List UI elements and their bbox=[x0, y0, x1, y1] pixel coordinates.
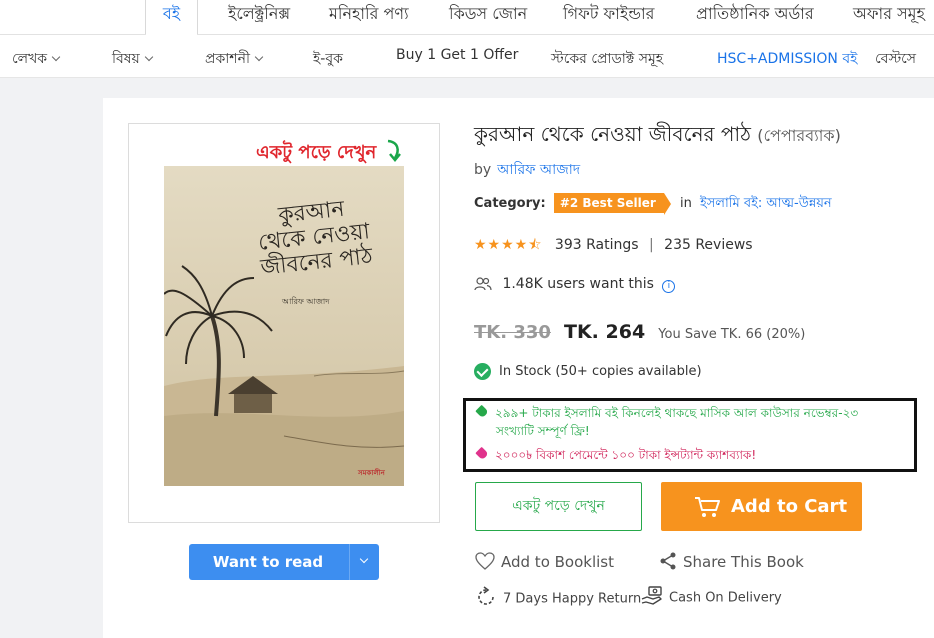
info-icon[interactable]: i bbox=[662, 280, 676, 293]
menu-writer[interactable]: লেখক bbox=[12, 47, 61, 71]
cash-on-delivery-info[interactable]: Cash On Delivery bbox=[641, 586, 782, 608]
booklist-label: Add to Booklist bbox=[501, 553, 614, 571]
stock-status: In Stock (50+ copies available) bbox=[474, 363, 702, 380]
share-book[interactable]: Share This Book bbox=[659, 552, 804, 572]
category-link[interactable]: ইসলামি বই: আত্ম-উন্নয়ন bbox=[700, 196, 832, 211]
menu-subject[interactable]: বিষয় bbox=[112, 47, 154, 71]
want-to-read-dropdown[interactable] bbox=[349, 544, 379, 580]
look-inside-label[interactable]: একটু পড়ে দেখুন bbox=[256, 138, 376, 169]
chevron-down-icon bbox=[144, 52, 154, 62]
heart-icon bbox=[475, 551, 495, 570]
sub-menu: লেখক বিষয় প্রকাশনী ই-বুক Buy 1 Get 1 Of… bbox=[0, 35, 934, 78]
menu-bestseller[interactable]: বেস্টসে bbox=[875, 47, 916, 71]
ratings-count[interactable]: 393 Ratings bbox=[555, 237, 639, 253]
menu-buy1get1[interactable]: Buy 1 Get 1 Offer bbox=[396, 47, 518, 63]
rating-separator: | bbox=[648, 237, 654, 253]
menu-ebook[interactable]: ই-বুক bbox=[313, 47, 343, 71]
cash-hand-icon bbox=[641, 586, 662, 605]
price-line: TK. 330 TK. 264 You Save TK. 66 (20%) bbox=[474, 321, 805, 343]
in-label: in bbox=[679, 196, 692, 211]
best-seller-badge: #2 Best Seller bbox=[553, 193, 671, 215]
share-icon bbox=[660, 552, 676, 569]
rating-line: ★★★★⯪ 393 Ratings | 235 Reviews bbox=[474, 234, 753, 258]
category-line: Category: #2 Best Seller in ইসলামি বই: আ… bbox=[474, 193, 832, 215]
menu-writer-label: লেখক bbox=[12, 51, 48, 67]
add-to-cart-label: Add to Cart bbox=[731, 496, 848, 517]
tab-stationery[interactable]: মনিহারি পণ্য bbox=[329, 0, 409, 35]
reviews-count[interactable]: 235 Reviews bbox=[664, 237, 752, 253]
add-to-booklist[interactable]: Add to Booklist bbox=[475, 551, 614, 572]
happy-return-info[interactable]: 7 Days Happy Return bbox=[475, 586, 642, 610]
offers-box: ২৯৯+ টাকার ইসলামি বই কিনলেই থাকছে মাসিক … bbox=[463, 398, 917, 472]
tab-offers[interactable]: অফার সমূহ bbox=[853, 0, 925, 35]
want-count-line: 1.48K users want this i bbox=[474, 276, 676, 293]
tab-institutional-order[interactable]: প্রাতিষ্ঠানিক অর্ডার bbox=[696, 0, 814, 35]
book-author-line: by আরিফ আজাদ bbox=[474, 158, 580, 182]
tab-electronics[interactable]: ইলেক্ট্রনিক্স bbox=[228, 0, 290, 35]
author-link[interactable]: আরিফ আজাদ bbox=[497, 162, 580, 178]
cover-author: আরিফ আজাদ bbox=[282, 297, 330, 306]
curved-arrow-icon bbox=[387, 139, 401, 162]
tab-gift-finder[interactable]: গিফট ফাইন্ডার bbox=[563, 0, 654, 35]
menu-stock-products[interactable]: স্টকের প্রোডাক্ট সমূহ bbox=[551, 47, 663, 71]
want-count-text: 1.48K users want this bbox=[502, 276, 654, 292]
cod-label: Cash On Delivery bbox=[669, 590, 782, 606]
by-label: by bbox=[474, 162, 492, 178]
stock-text: In Stock (50+ copies available) bbox=[499, 364, 702, 379]
cover-publisher-logo: সমকালীন bbox=[358, 469, 385, 477]
you-save-text: You Save TK. 66 (20%) bbox=[658, 327, 806, 342]
menu-publisher-label: প্রকাশনী bbox=[205, 51, 250, 67]
tab-kids-zone[interactable]: কিডস জোন bbox=[449, 0, 527, 35]
category-label: Category: bbox=[474, 196, 546, 211]
tag-icon bbox=[475, 446, 489, 461]
chevron-down-icon bbox=[254, 52, 264, 62]
read-sample-button[interactable]: একটু পড়ে দেখুন bbox=[475, 482, 642, 531]
category-navbar: বই ইলেক্ট্রনিক্স মনিহারি পণ্য কিডস জোন গ… bbox=[0, 0, 934, 36]
book-cover-image[interactable]: কুরআন থেকে নেওয়া জীবনের পাঠ আরিফ আজাদ স… bbox=[164, 166, 404, 486]
offer1-line1: ২৯৯+ টাকার ইসলামি বই কিনলেই থাকছে মাসিক … bbox=[495, 406, 859, 420]
offer2-text: ২০০০৳ বিকাশ পেমেন্টে ১০০ টাকা ইন্সট্যান্… bbox=[495, 448, 757, 462]
book-cover-box: একটু পড়ে দেখুন কুরআন থেকে নেওয়া জীবনের… bbox=[128, 123, 440, 523]
chevron-down-icon bbox=[359, 554, 369, 564]
tab-books[interactable]: বই bbox=[145, 0, 198, 36]
happy-return-label: 7 Days Happy Return bbox=[503, 591, 642, 607]
users-icon bbox=[474, 277, 492, 291]
menu-hsc-admission[interactable]: HSC+ADMISSION বই bbox=[717, 47, 857, 71]
book-format: (পেপারব্যাক) bbox=[757, 126, 841, 145]
product-card: একটু পড়ে দেখুন কুরআন থেকে নেওয়া জীবনের… bbox=[103, 98, 934, 638]
cart-icon bbox=[695, 497, 720, 517]
star-rating: ★★★★⯪ bbox=[474, 237, 543, 253]
cover-title: কুরআন থেকে নেওয়া জীবনের পাঠ bbox=[257, 196, 374, 281]
menu-publisher[interactable]: প্রকাশনী bbox=[205, 47, 264, 71]
offer1-line2: সংখ্যাটি সম্পূর্ণ ফ্রি! bbox=[496, 424, 590, 438]
original-price: TK. 330 bbox=[474, 322, 551, 343]
add-to-cart-button[interactable]: Add to Cart bbox=[661, 482, 862, 531]
want-to-read-label: Want to read bbox=[212, 553, 324, 571]
book-title: কুরআন থেকে নেওয়া জীবনের পাঠ (পেপারব্যাক… bbox=[474, 120, 841, 153]
share-label: Share This Book bbox=[683, 553, 804, 571]
chevron-down-icon bbox=[51, 52, 61, 62]
menu-subject-label: বিষয় bbox=[112, 51, 140, 67]
return-icon bbox=[478, 586, 494, 605]
book-title-text: কুরআন থেকে নেওয়া জীবনের পাঠ bbox=[474, 122, 751, 146]
tag-icon bbox=[475, 404, 489, 419]
discount-price: TK. 264 bbox=[564, 321, 646, 343]
offer-islamic-books: ২৯৯+ টাকার ইসলামি বই কিনলেই থাকছে মাসিক … bbox=[475, 404, 907, 440]
offer-bkash-cashback: ২০০০৳ বিকাশ পেমেন্টে ১০০ টাকা ইন্সট্যান্… bbox=[475, 446, 757, 464]
check-circle-icon bbox=[474, 363, 491, 380]
want-to-read-button[interactable]: Want to read bbox=[189, 544, 379, 580]
